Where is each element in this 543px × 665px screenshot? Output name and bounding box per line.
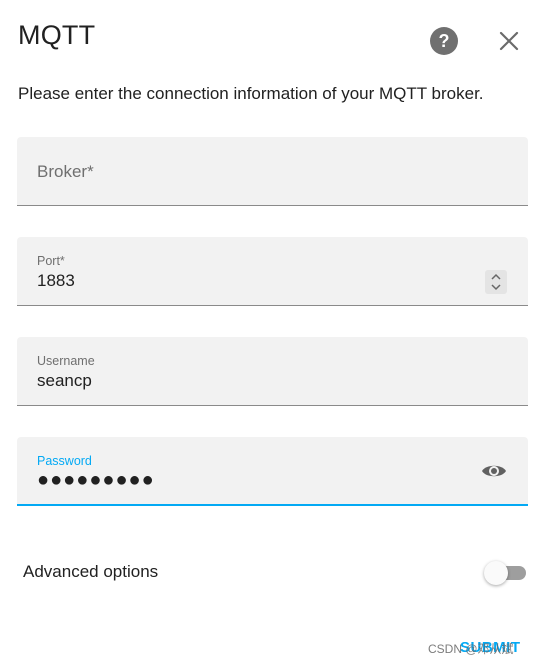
- username-value: seancp: [37, 371, 92, 390]
- toggle-thumb: [484, 561, 508, 585]
- port-value: 1883: [37, 271, 75, 290]
- password-label: Password: [37, 454, 92, 468]
- port-field[interactable]: Port* 1883: [17, 237, 528, 306]
- advanced-options-toggle[interactable]: [484, 560, 530, 586]
- port-stepper-icon[interactable]: [485, 270, 507, 294]
- dialog-header: MQTT ?: [0, 0, 543, 80]
- dialog-title: MQTT: [18, 20, 96, 50]
- password-field[interactable]: Password ●●●●●●●●●: [17, 437, 528, 506]
- advanced-options-label: Advanced options: [23, 562, 159, 581]
- password-value: ●●●●●●●●●: [37, 469, 155, 491]
- dialog-description: Please enter the connection information …: [18, 84, 484, 103]
- eye-icon[interactable]: [481, 461, 507, 481]
- close-icon[interactable]: [495, 27, 523, 55]
- broker-placeholder: Broker*: [37, 162, 94, 181]
- username-label: Username: [37, 354, 95, 368]
- broker-field[interactable]: Broker*: [17, 137, 528, 206]
- username-field[interactable]: Username seancp: [17, 337, 528, 406]
- help-icon[interactable]: ?: [430, 27, 458, 55]
- port-label: Port*: [37, 254, 65, 268]
- watermark: CSDN @邓从斌: [428, 642, 514, 656]
